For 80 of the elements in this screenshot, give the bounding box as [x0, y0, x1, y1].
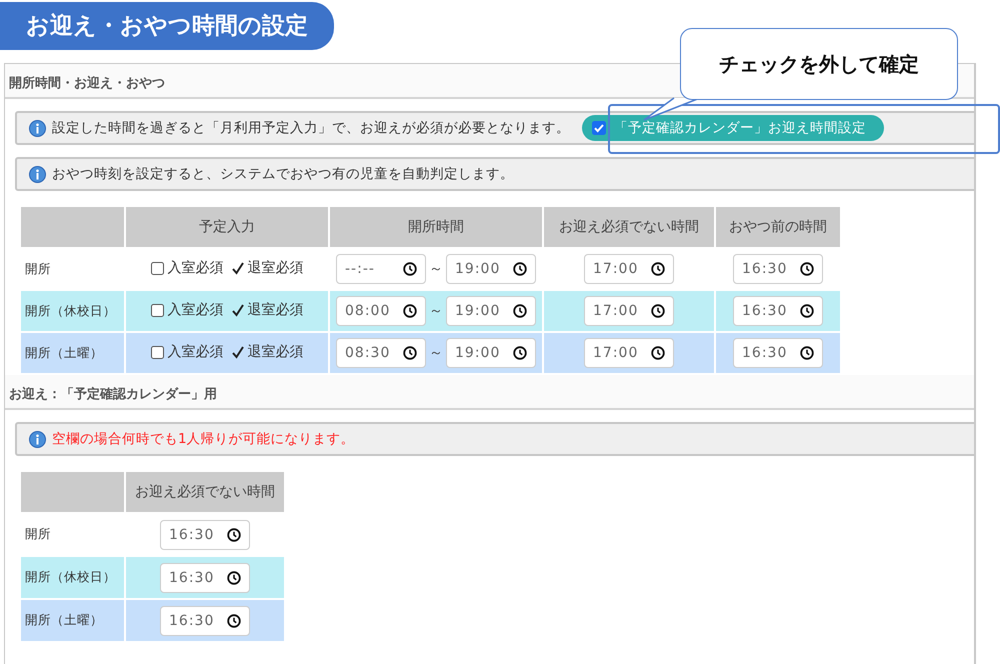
time-value: 08:30	[345, 345, 390, 361]
notice-text: 空欄の場合何時でも1人帰りが可能になります。	[52, 430, 355, 448]
checkbox[interactable]	[150, 262, 164, 275]
page-title: お迎え・おやつ時間の設定	[0, 2, 334, 50]
time-value: 16:30	[169, 570, 214, 586]
time-field[interactable]: 16:30	[160, 562, 250, 592]
column-header: お迎え必須でない時間	[544, 207, 714, 247]
clock-icon[interactable]	[513, 262, 527, 276]
time-value: 16:30	[742, 261, 788, 277]
checkbox-label: 退室必須	[248, 259, 304, 278]
checkbox-label: 入室必須	[168, 301, 224, 320]
toggle-label: 「予定確認カレンダー」お迎え時間設定	[614, 119, 866, 137]
time-value: 16:30	[169, 612, 214, 628]
info-icon	[29, 120, 46, 136]
checkbox-label: 退室必須	[248, 301, 304, 320]
clock-icon[interactable]	[403, 304, 417, 318]
clock-icon[interactable]	[800, 262, 814, 276]
time-value: 16:30	[742, 345, 788, 361]
check-icon[interactable]	[232, 304, 244, 317]
clock-icon[interactable]	[227, 614, 241, 628]
clock-icon[interactable]	[227, 570, 241, 584]
clock-icon[interactable]	[651, 346, 665, 360]
row-label: 開所（土曜）	[21, 600, 124, 641]
checkbox[interactable]	[592, 121, 606, 135]
clock-icon[interactable]	[800, 346, 814, 360]
notice-text: おやつ時刻を設定すると、システムでおやつ有の児童を自動判定します。	[52, 165, 514, 183]
time-value: 17:00	[593, 345, 638, 361]
clock-icon[interactable]	[227, 528, 241, 542]
time-field[interactable]: 16:30	[733, 254, 823, 284]
time-field[interactable]: 08:30	[336, 338, 426, 368]
time-field[interactable]: 19:00	[446, 296, 536, 326]
time-field[interactable]: 19:00	[446, 254, 536, 284]
range-separator: ～	[429, 261, 443, 277]
column-header: お迎え必須でない時間	[126, 472, 284, 512]
time-value: 16:30	[742, 303, 788, 319]
column-header: 開所時間	[330, 207, 542, 247]
time-value: 19:00	[455, 303, 500, 319]
clock-icon[interactable]	[651, 262, 665, 276]
column-header: 予定入力	[126, 207, 328, 247]
time-field[interactable]: 16:30	[733, 338, 823, 368]
checkbox[interactable]	[150, 346, 164, 359]
range-separator: ～	[429, 303, 443, 319]
info-icon	[29, 430, 46, 448]
time-field[interactable]: 16:30	[160, 520, 250, 550]
checkbox-label: 入室必須	[168, 259, 224, 278]
section-title: お迎え：「予定確認カレンダー」用	[5, 375, 974, 410]
clock-icon[interactable]	[651, 304, 665, 318]
time-value: 16:30	[169, 526, 214, 542]
checkbox-label: 入室必須	[168, 343, 224, 362]
row-label: 開所（土曜）	[21, 333, 124, 373]
checkbox[interactable]	[150, 304, 164, 317]
clock-icon[interactable]	[513, 304, 527, 318]
time-field[interactable]: 17:00	[584, 254, 674, 284]
time-field[interactable]: 17:00	[584, 296, 674, 326]
time-value: 08:00	[345, 303, 390, 319]
callout-bubble: チェックを外して確定	[680, 28, 958, 100]
time-value: 19:00	[455, 261, 500, 277]
time-value: 17:00	[593, 303, 638, 319]
clock-icon[interactable]	[403, 346, 417, 360]
time-field[interactable]: 16:30	[733, 296, 823, 326]
time-field[interactable]: 17:00	[584, 338, 674, 368]
info-icon	[29, 166, 46, 182]
clock-icon[interactable]	[403, 262, 417, 276]
time-value: 19:00	[455, 345, 500, 361]
time-field[interactable]: --:--	[336, 254, 426, 284]
time-value: 17:00	[593, 261, 638, 277]
checkbox-label: 退室必須	[248, 343, 304, 362]
row-label: 開所（休校日）	[21, 557, 124, 598]
time-field[interactable]: 08:00	[336, 296, 426, 326]
check-icon[interactable]	[232, 262, 244, 275]
row-label: 開所（休校日）	[21, 291, 124, 331]
range-separator: ～	[429, 345, 443, 361]
check-icon[interactable]	[232, 346, 244, 359]
time-value: --:--	[345, 261, 375, 277]
clock-icon[interactable]	[513, 346, 527, 360]
clock-icon[interactable]	[800, 304, 814, 318]
notice-text: 設定した時間を過ぎると「月利用予定入力」で、お迎えが必須が必要となります。	[52, 119, 570, 137]
time-field[interactable]: 19:00	[446, 338, 536, 368]
column-header: おやつ前の時間	[716, 207, 840, 247]
time-field[interactable]: 16:30	[160, 606, 250, 636]
